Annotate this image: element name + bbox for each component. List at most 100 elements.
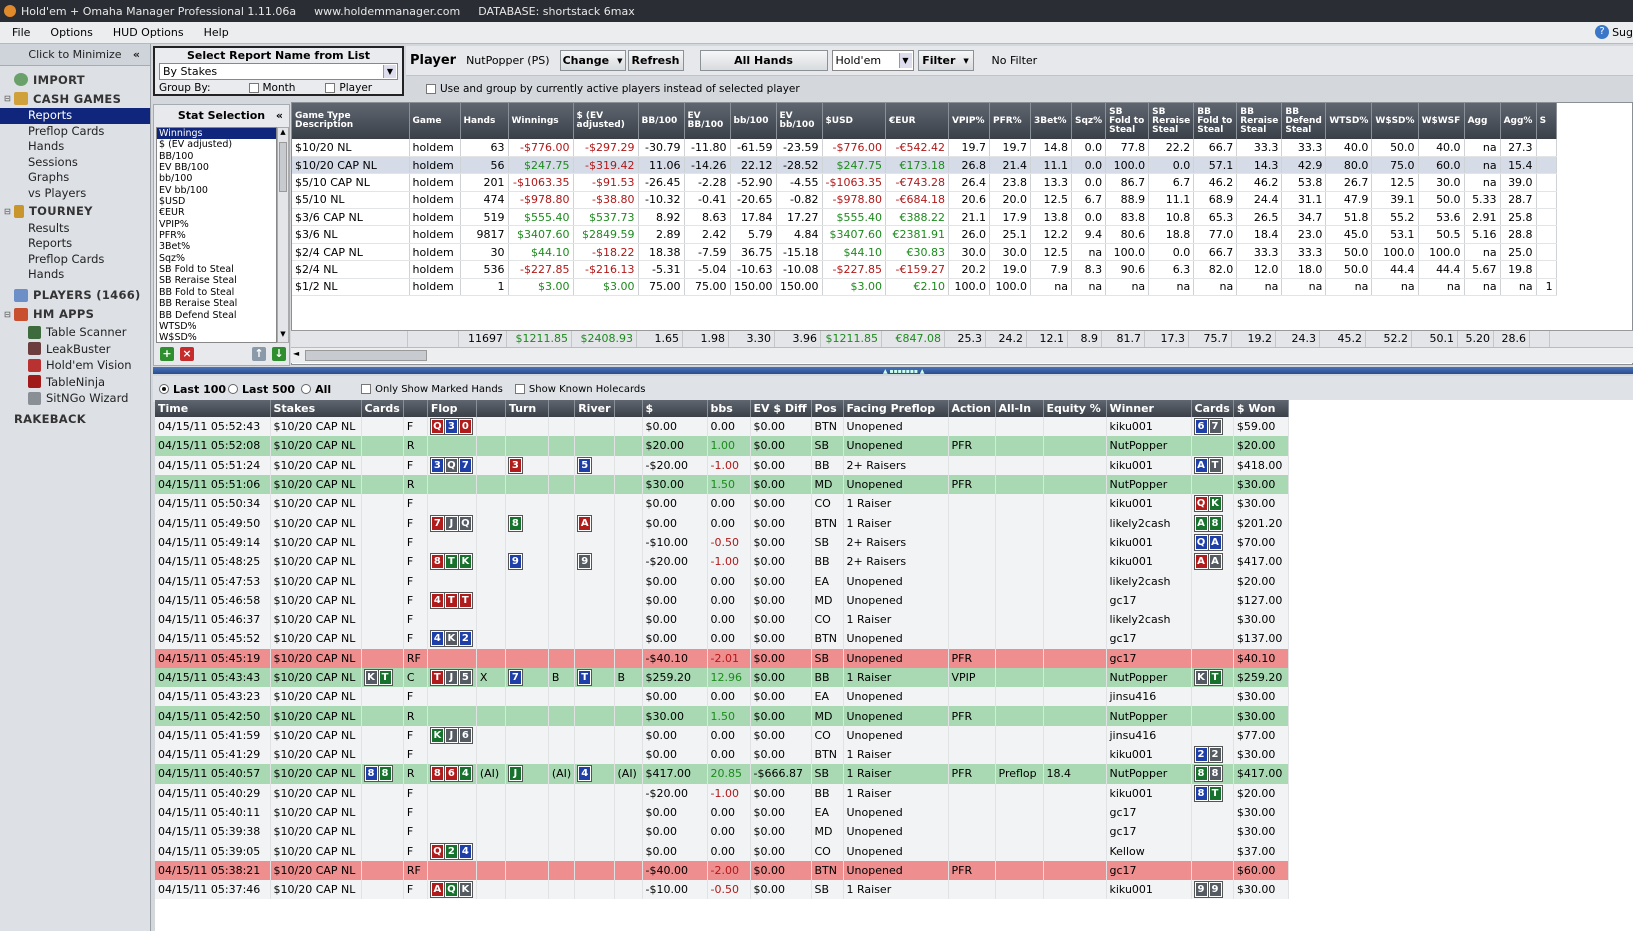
- minimize-nav-button[interactable]: Click to Minimize «: [0, 44, 150, 66]
- hand-row[interactable]: 04/15/11 05:52:08 $10/20 CAP NL R $20.00 1.0…: [155, 436, 1289, 456]
- hand-row[interactable]: 04/15/11 05:47:53 $10/20 CAP NL F $0.00 0.00…: [155, 571, 1289, 591]
- stats-col-header[interactable]: PFR%: [989, 103, 1031, 139]
- all-hands-button[interactable]: All Hands: [699, 50, 828, 71]
- stats-row[interactable]: $5/10 NL holdem 474 -$978.80 -$38.80 -10.32 -0…: [292, 191, 1557, 210]
- stat-list-item[interactable]: bb/100: [157, 173, 276, 184]
- stats-col-header[interactable]: W$SD%: [1371, 103, 1419, 139]
- menu-help[interactable]: Help: [192, 26, 237, 39]
- nav-cash-preflop-cards[interactable]: Preflop Cards: [0, 124, 150, 140]
- nav-app-table-scanner[interactable]: Table Scanner: [0, 324, 150, 341]
- stat-list-item[interactable]: SB Fold to Steal: [157, 264, 276, 275]
- hands-col-header[interactable]: $ Won: [1233, 400, 1289, 417]
- nav-tourney-preflop-cards[interactable]: Preflop Cards: [0, 252, 150, 268]
- hand-row[interactable]: 04/15/11 05:41:29 $10/20 CAP NL F $0.00 0.00…: [155, 745, 1289, 765]
- stats-row[interactable]: $3/6 NL holdem 9817 $3407.60 $2849.59 2.89 2.4…: [292, 225, 1557, 244]
- hand-row[interactable]: 04/15/11 05:40:57 $10/20 CAP NL 8 8 R 8 6 4 (AI)…: [155, 764, 1289, 784]
- stats-col-header[interactable]: VPIP%: [948, 103, 990, 139]
- nav-rakeback[interactable]: RAKEBACK: [0, 409, 150, 428]
- report-name-dropdown[interactable]: By Stakes ▼: [159, 63, 398, 80]
- stat-list-item[interactable]: Sqz%: [157, 253, 276, 264]
- stat-list-item[interactable]: PFR%: [157, 230, 276, 241]
- stats-col-header[interactable]: S: [1536, 103, 1557, 139]
- stat-list-item[interactable]: EV BB/100: [157, 162, 276, 173]
- stats-row[interactable]: $10/20 NL holdem 63 -$776.00 -$297.29 -30.79-…: [292, 139, 1557, 157]
- stats-row[interactable]: $10/20 CAP NL holdem 56 $247.75 -$319.42 11.0…: [292, 156, 1557, 175]
- nav-tourney-hands[interactable]: Hands: [0, 267, 150, 283]
- move-up-icon[interactable]: ↑: [252, 347, 266, 361]
- hands-col-header[interactable]: Flop: [427, 400, 477, 417]
- collapse-icon[interactable]: ⊟: [4, 207, 13, 216]
- hand-row[interactable]: 04/15/11 05:46:37 $10/20 CAP NL F $0.00 0.00…: [155, 609, 1289, 630]
- all-radio[interactable]: [301, 384, 312, 394]
- stat-list-item[interactable]: VPIP%: [157, 219, 276, 230]
- hand-row[interactable]: 04/15/11 05:45:52 $10/20 CAP NL F 4 K 2 $0.00 0…: [155, 629, 1289, 649]
- stat-list-item[interactable]: €EUR: [157, 207, 276, 218]
- stats-col-header[interactable]: EV BB/100: [684, 103, 731, 139]
- stat-list-scrollbar[interactable]: ▲ ▼: [277, 127, 289, 343]
- hands-col-header[interactable]: Pos: [811, 400, 844, 417]
- menu-file[interactable]: File: [0, 26, 38, 39]
- stats-col-header[interactable]: €EUR: [885, 103, 949, 139]
- stat-list-item[interactable]: BB Defend Steal: [157, 310, 276, 321]
- hands-col-header[interactable]: Winner: [1106, 400, 1192, 417]
- scroll-up-icon[interactable]: ▲: [278, 128, 288, 140]
- stats-row[interactable]: $3/6 CAP NL holdem 519 $555.40 $537.73 8.92 8.…: [292, 208, 1557, 227]
- nav-app-holdem-vision[interactable]: Hold'em Vision: [0, 357, 150, 374]
- change-button[interactable]: Change ▼: [559, 50, 626, 71]
- hand-row[interactable]: 04/15/11 05:49:14 $10/20 CAP NL F -$10.00 -0…: [155, 532, 1289, 553]
- stats-col-header[interactable]: BB Defend Steal: [1281, 103, 1327, 139]
- hands-col-header[interactable]: [476, 400, 506, 417]
- nav-app-sitngo-wizard[interactable]: SitNGo Wizard: [0, 390, 150, 407]
- hand-row[interactable]: 04/15/11 05:41:59 $10/20 CAP NL F K J 6 $0.00 0…: [155, 725, 1289, 746]
- hands-col-header[interactable]: Stakes: [270, 400, 362, 417]
- refresh-button[interactable]: Refresh: [627, 50, 684, 71]
- nav-tourney-results[interactable]: Results: [0, 221, 150, 237]
- scroll-thumb[interactable]: [305, 350, 427, 361]
- last-500-radio[interactable]: [228, 384, 239, 394]
- hands-col-header[interactable]: Cards: [1191, 400, 1234, 417]
- nav-cash-sessions[interactable]: Sessions: [0, 155, 150, 171]
- stats-col-header[interactable]: Winnings: [508, 103, 574, 139]
- scroll-down-icon[interactable]: ▼: [278, 330, 288, 342]
- nav-app-leakbuster[interactable]: LeakBuster: [0, 340, 150, 357]
- hand-row[interactable]: 04/15/11 05:40:29 $10/20 CAP NL F -$20.00 -1…: [155, 783, 1289, 803]
- hand-row[interactable]: 04/15/11 05:50:34 $10/20 CAP NL F $0.00 0.00…: [155, 494, 1289, 514]
- hands-col-header[interactable]: River: [574, 400, 615, 417]
- stat-list-item[interactable]: BB Reraise Steal: [157, 298, 276, 309]
- hands-col-header[interactable]: Cards: [361, 400, 404, 417]
- nav-players[interactable]: PLAYERS (1466): [0, 286, 150, 305]
- move-down-icon[interactable]: ↓: [272, 347, 286, 361]
- stat-list-item[interactable]: $USD: [157, 196, 276, 207]
- game-dropdown[interactable]: Hold'em ▼: [831, 50, 914, 71]
- stat-list-item[interactable]: 3Bet%: [157, 241, 276, 252]
- stats-col-header[interactable]: bb/100: [730, 103, 777, 139]
- holecards-checkbox[interactable]: [514, 384, 525, 394]
- stats-col-header[interactable]: BB Reraise Steal: [1236, 103, 1283, 139]
- hand-row[interactable]: 04/15/11 05:51:24 $10/20 CAP NL F 3 Q 7 3 5 -$20…: [155, 455, 1289, 475]
- stats-col-header[interactable]: Game: [409, 103, 461, 139]
- stats-col-header[interactable]: SB Fold to Steal: [1105, 103, 1150, 139]
- hand-row[interactable]: 04/15/11 05:43:43 $10/20 CAP NL K T C T J 5 X 7 B T…: [155, 667, 1289, 688]
- hand-row[interactable]: 04/15/11 05:51:06 $10/20 CAP NL R $30.00 1.5…: [155, 474, 1289, 495]
- stats-col-header[interactable]: Agg: [1464, 103, 1501, 139]
- nav-tourney[interactable]: ⊟ TOURNEY: [0, 202, 150, 221]
- stats-row[interactable]: $1/2 NL holdem 1 $3.00 $3.00 75.00 75.00 150.00…: [292, 278, 1557, 297]
- nav-app-tableninja[interactable]: TableNinja: [0, 373, 150, 390]
- stats-col-header[interactable]: Sqz%: [1071, 103, 1107, 139]
- nav-cash-reports[interactable]: Reports: [0, 108, 150, 124]
- hands-col-header[interactable]: [614, 400, 643, 417]
- stats-col-header[interactable]: $ (EV adjusted): [573, 103, 639, 139]
- hand-row[interactable]: 04/15/11 05:37:46 $10/20 CAP NL F A Q K -$10.0…: [155, 880, 1289, 900]
- hands-col-header[interactable]: EV $ Diff: [750, 400, 812, 417]
- month-checkbox[interactable]: [248, 83, 259, 93]
- hand-row[interactable]: 04/15/11 05:43:23 $10/20 CAP NL F $0.00 0.00…: [155, 687, 1289, 707]
- stats-col-header[interactable]: $USD: [822, 103, 886, 139]
- nav-import[interactable]: IMPORT: [0, 70, 150, 89]
- stats-col-header[interactable]: 3Bet%: [1030, 103, 1072, 139]
- stats-col-header[interactable]: BB Fold to Steal: [1193, 103, 1238, 139]
- hands-col-header[interactable]: All-In: [995, 400, 1044, 417]
- hands-col-header[interactable]: [548, 400, 576, 417]
- stats-col-header[interactable]: WTSD%: [1325, 103, 1373, 139]
- stats-row[interactable]: $2/4 CAP NL holdem 30 $44.10 -$18.22 18.38 -7.…: [292, 243, 1557, 262]
- scroll-left-icon[interactable]: ◄: [293, 349, 299, 358]
